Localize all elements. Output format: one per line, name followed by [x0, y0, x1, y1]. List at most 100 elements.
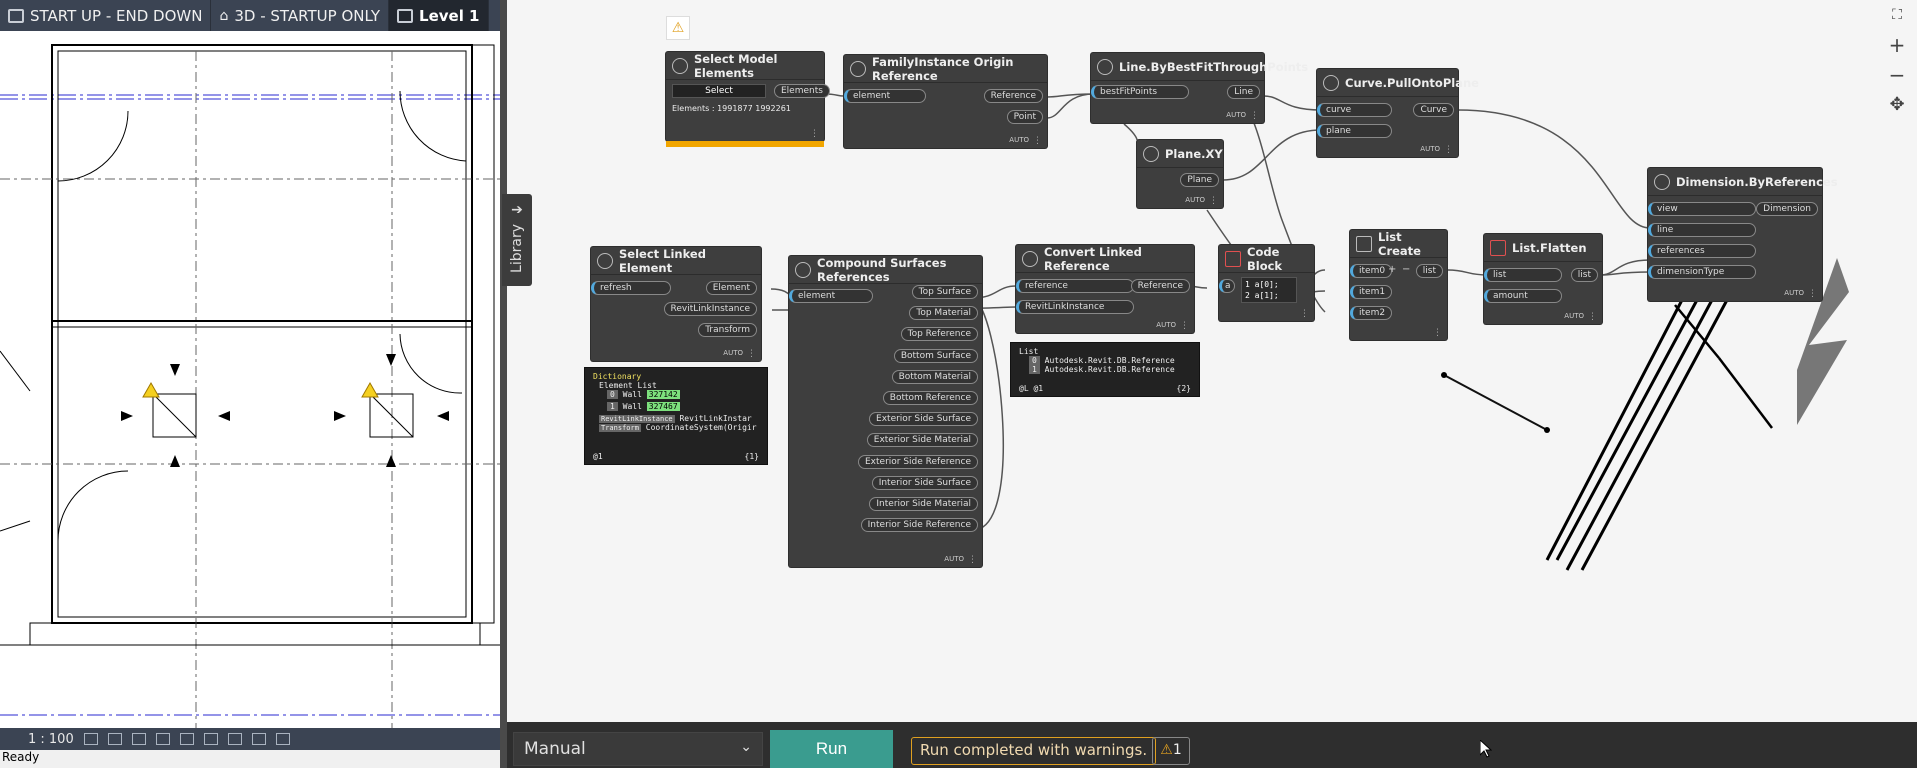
node-header[interactable]: List Create [1350, 230, 1447, 258]
node-header[interactable]: List.Flatten [1484, 234, 1602, 262]
detail-level-icon[interactable] [83, 733, 98, 745]
lacing-label[interactable]: AUTO [1009, 136, 1029, 144]
dots-icon[interactable]: ⋮ [1180, 321, 1189, 331]
library-tab[interactable]: ➔ Library [502, 194, 532, 286]
input-port-item1[interactable]: item1 [1350, 285, 1393, 299]
dots-icon[interactable]: ⋮ [1250, 111, 1259, 121]
node-select-model-elements[interactable]: Select Model Elements Select Elements El… [666, 52, 830, 147]
output-port-exterior-side-surface[interactable]: Exterior Side Surface [869, 412, 978, 427]
dynamo-canvas[interactable]: ⚠ Select Model Elements Select Elements … [507, 0, 1917, 722]
output-port-line[interactable]: Line [1227, 85, 1260, 99]
show-crop-icon[interactable] [203, 733, 218, 745]
preview-convert[interactable]: List 0 Autodesk.Revit.DB.Reference 1 Aut… [1010, 342, 1200, 397]
output-port-dimension[interactable]: Dimension [1756, 202, 1818, 216]
input-port-curve[interactable]: curve [1317, 103, 1392, 117]
output-port-top-reference[interactable]: Top Reference [900, 327, 978, 342]
dots-icon[interactable]: ⋮ [1433, 328, 1442, 338]
node-familyinstance-origin-reference[interactable]: FamilyInstance Origin Reference element … [844, 55, 1047, 148]
scale-label[interactable]: 1 : 100 [28, 732, 74, 747]
node-code-block[interactable]: Code Block a 1 a[0]; 2 a[1]; ⋮ [1219, 245, 1314, 321]
output-port-exterior-side-reference[interactable]: Exterior Side Reference [858, 454, 978, 469]
output-port-interior-side-surface[interactable]: Interior Side Surface [871, 475, 978, 490]
input-port-plane[interactable]: plane [1317, 124, 1392, 138]
lock-view-icon[interactable] [275, 733, 290, 745]
node-header[interactable]: Select Model Elements [666, 52, 824, 80]
output-port-revitlinkinstance[interactable]: RevitLinkInstance [663, 302, 757, 316]
input-port-bestfitpoints[interactable]: bestFitPoints [1091, 85, 1189, 99]
reveal-hidden-icon[interactable] [251, 733, 266, 745]
node-header[interactable]: Code Block [1219, 245, 1314, 273]
fit-view-icon[interactable]: ⛶ [1877, 0, 1917, 30]
lacing-label[interactable]: AUTO [1156, 321, 1176, 329]
input-port-list[interactable]: list [1484, 268, 1562, 282]
dots-icon[interactable]: ⋮ [810, 129, 819, 139]
input-port-item0[interactable]: item0 [1350, 264, 1393, 278]
floor-plan-drawing[interactable] [0, 31, 503, 728]
pan-icon[interactable]: ✥ [1877, 90, 1917, 120]
run-status-message[interactable]: Run completed with warnings. [911, 737, 1157, 765]
output-port-top-material[interactable]: Top Material [909, 306, 978, 321]
node-convert-linked-reference[interactable]: Convert Linked Reference reference Revit… [1016, 245, 1194, 333]
add-input-button[interactable]: + [1388, 264, 1396, 275]
input-port-dimensiontype[interactable]: dimensionType [1648, 265, 1756, 279]
node-select-linked-element[interactable]: Select Linked Element refresh Element Re… [591, 247, 761, 361]
node-header[interactable]: Compound Surfaces References [789, 256, 982, 284]
lacing-label[interactable]: AUTO [1185, 196, 1205, 204]
node-list-flatten[interactable]: List.Flatten list amount list AUTO ⋮ [1484, 234, 1602, 324]
zoom-out-button[interactable]: − [1877, 60, 1917, 90]
output-port-list[interactable]: list [1570, 268, 1598, 282]
warning-icon[interactable]: ⚠ [666, 16, 690, 40]
node-header[interactable]: Curve.PullOntoPlane [1317, 69, 1479, 97]
tab-3d-startup-only[interactable]: ⌂ 3D - STARTUP ONLY [211, 0, 390, 31]
run-mode-select[interactable]: Manual ⌄ [513, 732, 763, 766]
input-port-amount[interactable]: amount [1484, 289, 1562, 303]
output-port-exterior-side-material[interactable]: Exterior Side Material [866, 433, 978, 448]
node-compound-surfaces-references[interactable]: Compound Surfaces References element Top… [789, 256, 982, 567]
input-port-element[interactable]: element [789, 289, 873, 303]
shadows-icon[interactable] [155, 733, 170, 745]
node-list-create[interactable]: List Create item0 + − item1 item2 list ⋮ [1350, 230, 1447, 340]
input-port-item2[interactable]: item2 [1350, 306, 1393, 320]
dots-icon[interactable]: ⋮ [1209, 196, 1218, 206]
lacing-label[interactable]: AUTO [1420, 145, 1440, 153]
dots-icon[interactable]: ⋮ [747, 349, 756, 359]
input-port-a[interactable]: a [1219, 279, 1235, 293]
input-port-reference[interactable]: reference [1016, 279, 1134, 293]
output-port-transform[interactable]: Transform [698, 323, 757, 337]
lacing-label[interactable]: AUTO [944, 555, 964, 563]
output-port-plane[interactable]: Plane [1180, 173, 1219, 187]
node-line-bybestfit[interactable]: Line.ByBestFitThroughPoints bestFitPoint… [1091, 53, 1308, 123]
select-button[interactable]: Select [672, 84, 766, 98]
tab-level-1[interactable]: Level 1 [389, 0, 489, 31]
dots-icon[interactable]: ⋮ [1808, 289, 1817, 299]
output-port-point[interactable]: Point [1006, 110, 1043, 124]
dots-icon[interactable]: ⋮ [1300, 309, 1309, 319]
visual-style-icon[interactable] [107, 733, 122, 745]
node-plane-xy[interactable]: Plane.XY Plane AUTO ⋮ [1137, 140, 1223, 208]
output-port-elements[interactable]: Elements [774, 84, 830, 98]
lacing-label[interactable]: AUTO [1784, 289, 1804, 297]
output-port-reference[interactable]: Reference [983, 89, 1043, 103]
output-port-reference[interactable]: Reference [1130, 279, 1190, 293]
output-port-bottom-reference[interactable]: Bottom Reference [882, 391, 978, 405]
lacing-label[interactable]: AUTO [1564, 312, 1584, 320]
preview-dictionary[interactable]: Dictionary Element List 0 Wall 327142 1 … [584, 367, 768, 465]
output-port-interior-side-material[interactable]: Interior Side Material [869, 497, 978, 511]
output-port-curve[interactable]: Curve [1413, 103, 1454, 117]
sun-path-icon[interactable] [131, 733, 146, 745]
input-port-refresh[interactable]: refresh [591, 281, 671, 295]
crop-view-icon[interactable] [179, 733, 194, 745]
input-port-line[interactable]: line [1648, 223, 1756, 237]
lacing-label[interactable]: AUTO [1226, 111, 1246, 119]
dots-icon[interactable]: ⋮ [1033, 136, 1042, 146]
input-port-references[interactable]: references [1648, 244, 1756, 258]
input-port-revitlinkinstance[interactable]: RevitLinkInstance [1016, 300, 1134, 314]
output-port-element[interactable]: Element [705, 281, 757, 295]
temporary-hide-icon[interactable] [227, 733, 242, 745]
output-port-interior-side-reference[interactable]: Interior Side Reference [860, 518, 978, 533]
dots-icon[interactable]: ⋮ [968, 555, 977, 565]
node-header[interactable]: Convert Linked Reference [1016, 245, 1194, 273]
output-port-top-surface[interactable]: Top Surface [911, 285, 978, 299]
input-port-element[interactable]: element [844, 89, 926, 103]
code-editor[interactable]: 1 a[0]; 2 a[1]; [1241, 277, 1297, 303]
